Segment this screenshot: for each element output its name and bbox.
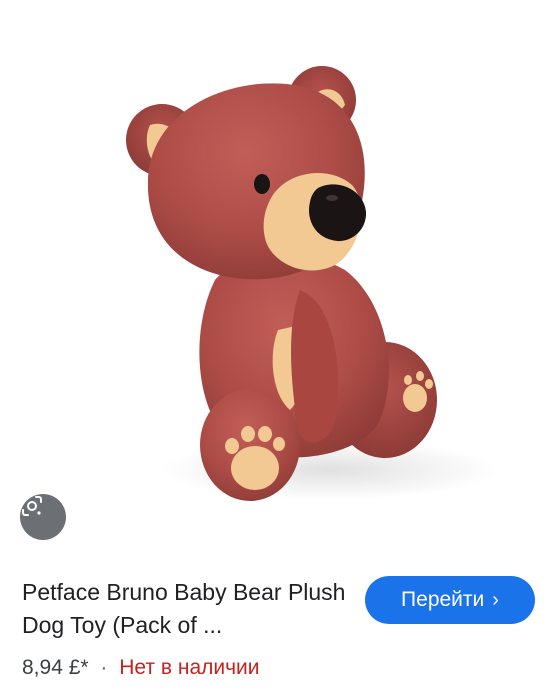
product-image[interactable] xyxy=(0,0,555,556)
teddy-bear-image xyxy=(126,66,500,501)
price-row: 8,94 £* · Нет в наличии xyxy=(22,654,260,682)
lens-search-button[interactable] xyxy=(20,494,66,540)
product-price: 8,94 £* xyxy=(22,656,89,679)
separator-dot: · xyxy=(100,656,108,679)
product-info-panel: Petface Bruno Baby Bear Plush Dog Toy (P… xyxy=(0,556,555,699)
product-title[interactable]: Petface Bruno Baby Bear Plush Dog Toy (P… xyxy=(22,576,352,642)
availability-status: Нет в наличии xyxy=(119,656,260,679)
visit-button[interactable]: Перейти › xyxy=(365,576,535,624)
visit-button-label: Перейти xyxy=(401,588,485,611)
lens-search-icon xyxy=(22,496,42,516)
chevron-right-icon: › xyxy=(492,589,499,611)
